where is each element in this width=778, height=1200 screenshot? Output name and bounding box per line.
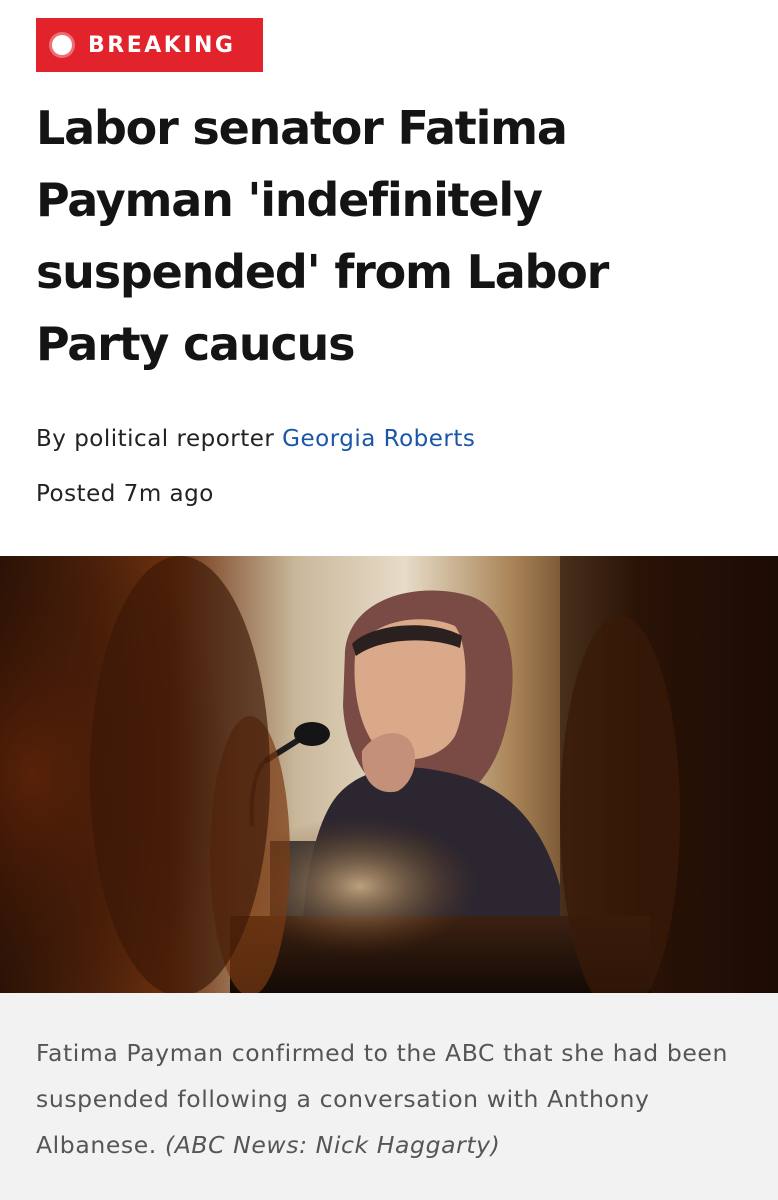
article-photo[interactable]	[0, 556, 778, 993]
posted-time: Posted 7m ago	[36, 481, 214, 507]
breaking-badge: BREAKING	[36, 18, 263, 72]
byline-prefix: By political reporter	[36, 426, 275, 452]
photo-caption: Fatima Payman confirmed to the ABC that …	[36, 1030, 746, 1168]
photo-illustration	[0, 556, 778, 993]
live-dot-icon	[52, 35, 72, 55]
breaking-label: BREAKING	[88, 32, 236, 58]
byline: By political reporter Georgia Roberts	[36, 426, 475, 452]
article-headline: Labor senator Fatima Payman 'indefinitel…	[36, 101, 609, 371]
author-link[interactable]: Georgia Roberts	[282, 426, 475, 452]
photo-credit: (ABC News: Nick Haggarty)	[164, 1131, 501, 1159]
